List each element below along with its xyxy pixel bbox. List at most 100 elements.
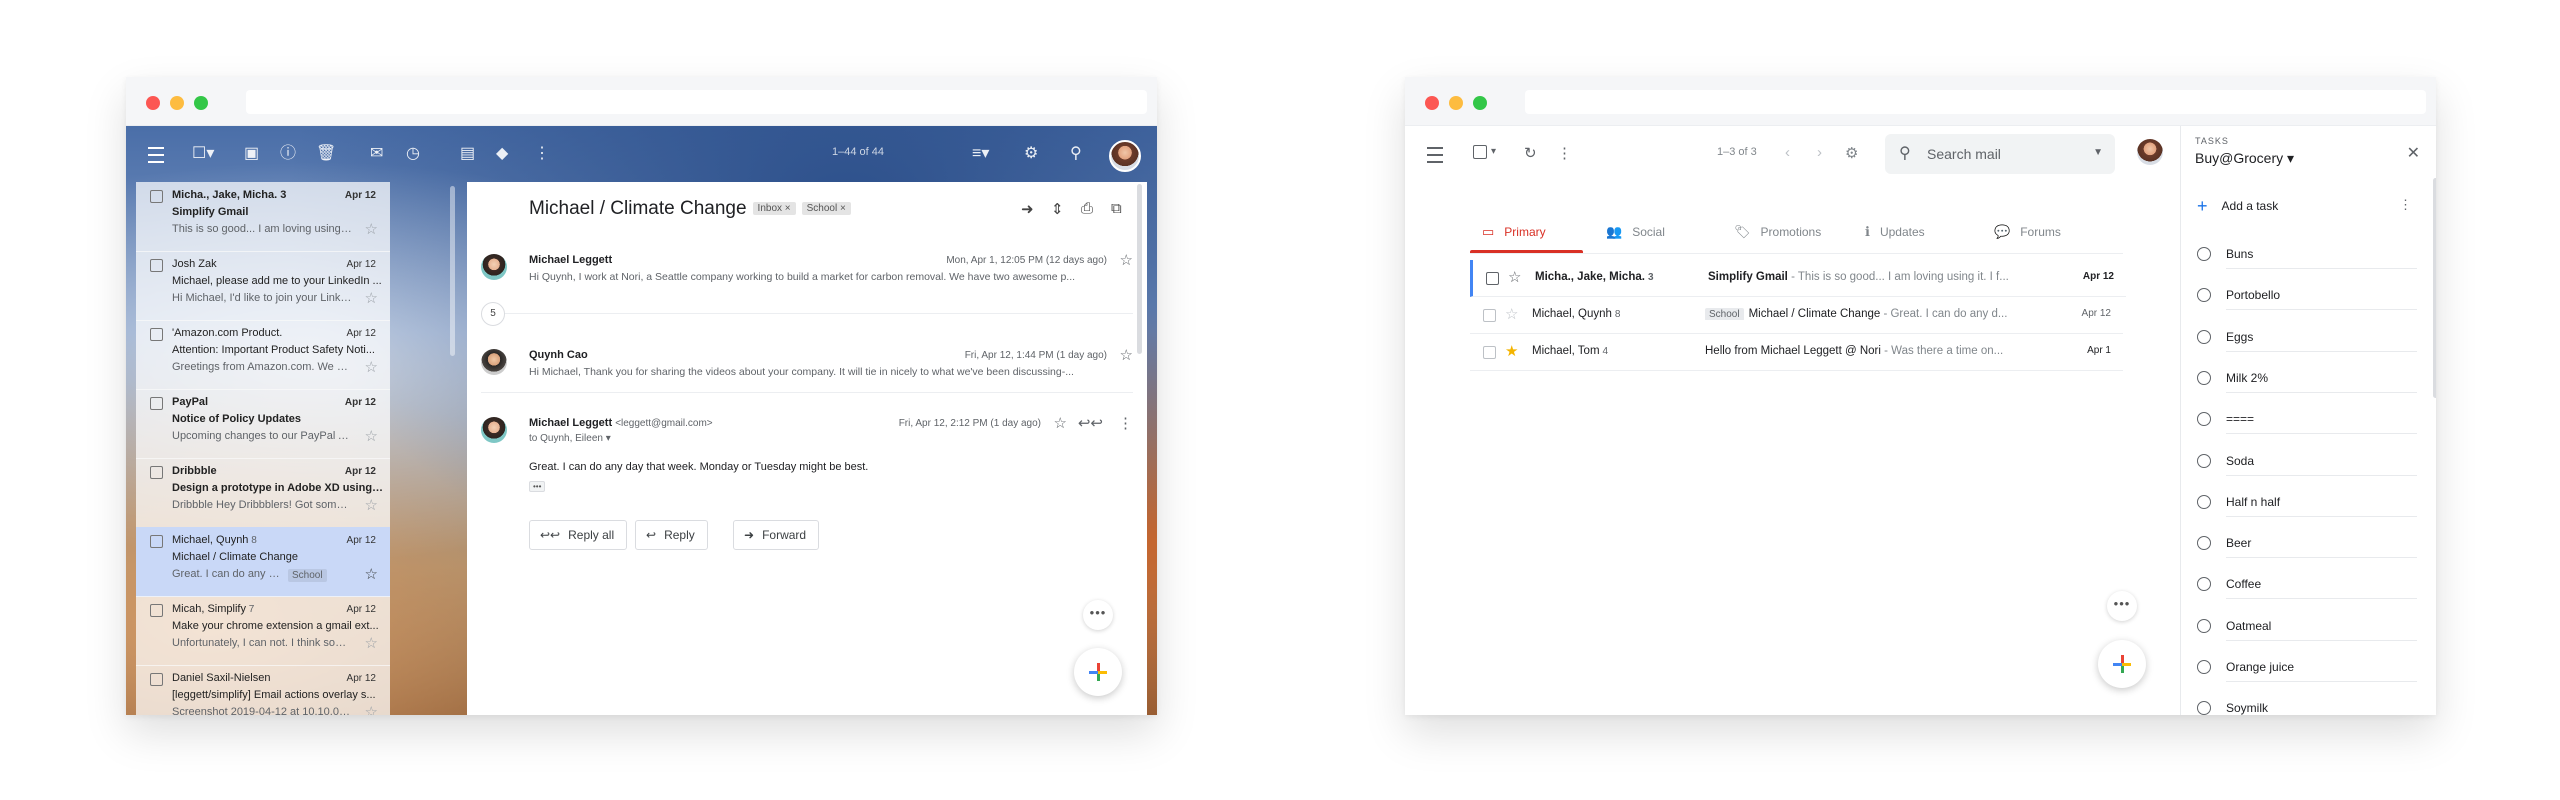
row-checkbox[interactable]: [1486, 272, 1499, 285]
task-complete-checkbox[interactable]: [2197, 288, 2211, 303]
row-checkbox[interactable]: [150, 535, 163, 548]
task-item[interactable]: Half n half: [2197, 489, 2417, 530]
maximize-window-button[interactable]: [194, 96, 208, 110]
task-complete-checkbox[interactable]: [2197, 412, 2211, 427]
mark-unread-icon[interactable]: ✉: [370, 144, 383, 164]
settings-gear-icon[interactable]: ⚙: [1024, 144, 1038, 164]
tab-forums[interactable]: 💬 Forums: [1994, 212, 2061, 252]
main-menu-icon[interactable]: [1427, 147, 1443, 163]
label-chip-school[interactable]: School ×: [801, 202, 851, 215]
search-options-icon[interactable]: ▼: [2093, 147, 2103, 158]
star-icon[interactable]: ☆: [1054, 414, 1067, 432]
select-dropdown-icon[interactable]: ▾: [1491, 146, 1496, 157]
next-page-icon[interactable]: ›: [1817, 144, 1822, 161]
star-icon[interactable]: ☆: [365, 496, 378, 514]
more-options-icon[interactable]: ⋮: [534, 144, 550, 164]
tasks-scrollbar[interactable]: [2433, 178, 2436, 398]
reply-all-button[interactable]: ↩↩ Reply all: [529, 520, 628, 550]
task-item[interactable]: Milk 2%: [2197, 365, 2417, 406]
show-trimmed-button[interactable]: •••: [529, 481, 546, 492]
task-item[interactable]: Coffee: [2197, 571, 2417, 612]
message-row[interactable]: Dribbble Apr 12 Design a prototype in Ad…: [136, 458, 390, 528]
task-complete-checkbox[interactable]: [2197, 494, 2211, 509]
split-pane-icon[interactable]: ≡▾: [972, 144, 989, 164]
more-vert-icon[interactable]: ⋮: [2399, 197, 2412, 213]
star-icon[interactable]: ☆: [365, 358, 378, 376]
row-checkbox[interactable]: [1483, 309, 1496, 322]
address-bar[interactable]: [246, 90, 1147, 114]
task-complete-checkbox[interactable]: [2197, 329, 2211, 344]
maximize-window-button[interactable]: [1473, 96, 1487, 110]
close-window-button[interactable]: [146, 96, 160, 110]
more-dots-button[interactable]: •••: [2107, 591, 2137, 621]
star-icon[interactable]: ☆: [365, 565, 378, 583]
reader-scrollbar[interactable]: [1137, 184, 1142, 354]
star-icon[interactable]: ☆: [1505, 305, 1518, 323]
task-item[interactable]: Buns: [2197, 241, 2417, 282]
row-checkbox[interactable]: [150, 190, 163, 203]
tab-primary[interactable]: ▭ Primary: [1482, 212, 1546, 252]
message-row[interactable]: ☆ Michael, Quynh 8 School Michael / Climat…: [1470, 297, 2123, 334]
task-item[interactable]: Soda: [2197, 448, 2417, 489]
message-row[interactable]: Micah, Simplify 7 Apr 12 Make your chrom…: [136, 596, 390, 666]
star-icon[interactable]: ☆: [1120, 251, 1133, 269]
minimize-window-button[interactable]: [170, 96, 184, 110]
task-list-selector[interactable]: Buy@Grocery ▾: [2195, 150, 2294, 167]
more-options-icon[interactable]: ⋮: [1557, 144, 1572, 162]
task-complete-checkbox[interactable]: [2197, 577, 2211, 592]
task-item[interactable]: Oatmeal: [2197, 613, 2417, 654]
delete-icon[interactable]: 🗑: [316, 144, 336, 164]
collapsed-messages-count[interactable]: 5: [481, 302, 505, 326]
close-window-button[interactable]: [1425, 96, 1439, 110]
task-item[interactable]: Orange juice: [2197, 654, 2417, 695]
task-complete-checkbox[interactable]: [2197, 370, 2211, 385]
add-task-button[interactable]: + Add a task: [2197, 196, 2278, 217]
expand-all-icon[interactable]: ⇕: [1051, 200, 1064, 218]
task-complete-checkbox[interactable]: [2197, 453, 2211, 468]
task-complete-checkbox[interactable]: [2197, 660, 2211, 674]
account-avatar[interactable]: [1109, 140, 1141, 172]
print-icon[interactable]: ⎙: [1081, 200, 1093, 217]
reply-button[interactable]: ↩ Reply: [635, 520, 708, 550]
task-complete-checkbox[interactable]: [2197, 618, 2211, 633]
message-row[interactable]: ☆ Micha., Jake, Micha. 3 Simplify Gmail -…: [1470, 260, 2126, 297]
snooze-icon[interactable]: ◷: [406, 144, 420, 164]
compose-button[interactable]: [1074, 648, 1122, 696]
row-checkbox[interactable]: [150, 259, 163, 272]
row-checkbox[interactable]: [1483, 346, 1496, 359]
task-item[interactable]: Soymilk: [2197, 695, 2417, 715]
star-icon[interactable]: ☆: [365, 703, 378, 715]
message-row[interactable]: Daniel Saxil-Nielsen Apr 12 [leggett/sim…: [136, 665, 390, 715]
star-icon[interactable]: ☆: [1508, 268, 1521, 286]
star-icon[interactable]: ☆: [365, 427, 378, 445]
compose-button[interactable]: [2098, 640, 2146, 688]
task-item[interactable]: Portobello: [2197, 282, 2417, 323]
task-item[interactable]: ====: [2197, 406, 2417, 447]
row-checkbox[interactable]: [150, 604, 163, 617]
move-to-icon[interactable]: ▤: [460, 144, 475, 164]
search-bar[interactable]: ⚲ Search mail ▼: [1885, 134, 2115, 174]
open-new-window-icon[interactable]: ⧉: [1111, 200, 1122, 217]
row-checkbox[interactable]: [150, 466, 163, 479]
message-row[interactable]: Josh Zak Apr 12 Michael, please add me t…: [136, 251, 390, 321]
label-icon[interactable]: ◆: [496, 144, 508, 164]
row-checkbox[interactable]: [150, 397, 163, 410]
tab-promotions[interactable]: 🏷 Promotions: [1734, 212, 1821, 252]
search-icon[interactable]: ⚲: [1070, 144, 1082, 164]
message-row-selected[interactable]: Michael, Quynh 8 Apr 12 Michael / Climat…: [136, 527, 390, 597]
previous-page-icon[interactable]: ‹: [1785, 144, 1790, 161]
row-checkbox[interactable]: [150, 673, 163, 686]
forward-button[interactable]: ➜ Forward: [733, 520, 820, 550]
star-icon-starred[interactable]: ★: [1505, 342, 1518, 360]
report-spam-icon[interactable]: ⓘ: [280, 144, 296, 164]
task-complete-checkbox[interactable]: [2197, 701, 2211, 715]
tab-social[interactable]: 👥 Social: [1606, 212, 1665, 252]
more-vert-icon[interactable]: ⋮: [1118, 414, 1133, 432]
recipients[interactable]: to Quynh, Eileen ▾: [529, 433, 611, 444]
reply-all-icon[interactable]: ↩↩: [1078, 414, 1103, 432]
select-all-checkbox[interactable]: [1473, 145, 1487, 159]
list-scrollbar[interactable]: [450, 186, 455, 356]
archive-icon[interactable]: ▣: [244, 144, 259, 164]
task-complete-checkbox[interactable]: [2197, 247, 2211, 261]
minimize-window-button[interactable]: [1449, 96, 1463, 110]
